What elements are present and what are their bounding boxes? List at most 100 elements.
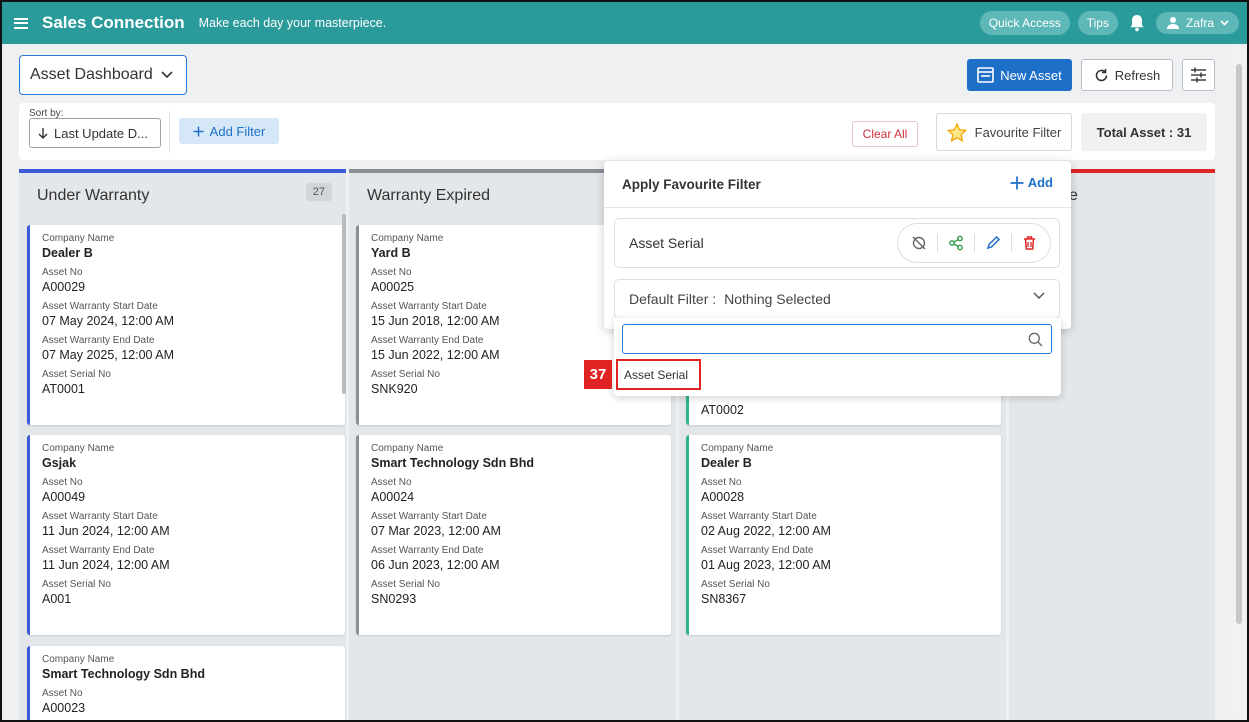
sliders-icon: [1191, 67, 1206, 83]
chevron-down-icon: [1033, 292, 1045, 300]
sort-select[interactable]: Last Update D...: [29, 118, 161, 148]
asset-no-value: A00023: [42, 701, 86, 715]
favourite-filter-name: Asset Serial: [629, 235, 704, 251]
asset-card[interactable]: Company Name Dealer B Asset No A00028 As…: [686, 435, 1001, 635]
company-value: Smart Technology Sdn Bhd: [371, 456, 534, 470]
start-date-label: Asset Warranty Start Date: [42, 511, 158, 522]
asset-card[interactable]: Company Name Smart Technology Sdn Bhd As…: [27, 646, 345, 720]
end-date-label: Asset Warranty End Date: [42, 545, 155, 556]
filter-bar: Sort by: Last Update D... Add Filter Cle…: [19, 103, 1215, 160]
add-filter-label: Add Filter: [209, 123, 266, 139]
favourite-filter-label: Favourite Filter: [974, 124, 1062, 140]
add-favourite-label: Add: [1027, 175, 1053, 190]
form-icon: [977, 67, 995, 83]
menu-icon[interactable]: [14, 17, 28, 29]
user-name: Zafra: [1185, 16, 1214, 30]
tagline: Make each day your masterpiece.: [198, 16, 387, 30]
page-scrollbar[interactable]: [1233, 46, 1245, 718]
serial-value: AT0002: [701, 403, 744, 417]
end-date-value: 07 May 2025, 12:00 AM: [42, 348, 175, 362]
column-count-badge: 27: [305, 183, 332, 201]
company-label: Company Name: [371, 443, 444, 454]
bell-icon[interactable]: [1126, 12, 1148, 34]
asset-card[interactable]: Company Name Dealer B Asset No A00029 As…: [27, 225, 345, 425]
asset-no-label: Asset No: [42, 477, 83, 488]
company-value: Dealer B: [701, 456, 752, 470]
quick-access-button[interactable]: Quick Access: [979, 11, 1070, 35]
refresh-button[interactable]: Refresh: [1081, 59, 1173, 91]
plus-icon: [193, 126, 204, 136]
adjust-settings-button[interactable]: [1182, 59, 1215, 91]
default-filter-select[interactable]: Default Filter : Nothing Selected: [614, 279, 1060, 319]
asset-card[interactable]: Company Name Smart Technology Sdn Bhd As…: [356, 435, 671, 635]
serial-label: Asset Serial No: [42, 369, 111, 380]
popup-title: Apply Favourite Filter: [622, 177, 761, 192]
default-filter-label: Default Filter :: [629, 291, 717, 307]
end-date-label: Asset Warranty End Date: [371, 545, 484, 556]
divider: [604, 207, 1071, 208]
add-favourite-button[interactable]: Add: [1010, 175, 1053, 190]
company-label: Company Name: [42, 443, 115, 454]
arrow-down-icon: [38, 128, 48, 139]
new-asset-button[interactable]: New Asset: [967, 59, 1072, 91]
sort-value: Last Update D...: [54, 125, 148, 141]
edit-icon[interactable]: [985, 235, 1001, 251]
disable-icon[interactable]: [911, 235, 927, 251]
new-asset-label: New Asset: [1000, 67, 1062, 83]
asset-no-label: Asset No: [42, 688, 83, 699]
add-filter-button[interactable]: Add Filter: [179, 118, 279, 144]
serial-value: AT0001: [42, 382, 85, 396]
app-frame: Sales Connection Make each day your mast…: [0, 0, 1249, 722]
clear-all-button[interactable]: Clear All: [852, 121, 918, 147]
start-date-label: Asset Warranty Start Date: [701, 511, 817, 522]
start-date-value: 07 May 2024, 12:00 AM: [42, 314, 175, 328]
start-date-value: 11 Jun 2024, 12:00 AM: [42, 524, 170, 538]
company-value: Smart Technology Sdn Bhd: [42, 667, 205, 681]
serial-label: Asset Serial No: [701, 579, 770, 590]
dropdown-option-asset-serial[interactable]: Asset Serial: [616, 359, 701, 390]
refresh-label: Refresh: [1114, 67, 1161, 83]
scrollbar-thumb[interactable]: [1236, 64, 1242, 624]
serial-label: Asset Serial No: [42, 579, 111, 590]
serial-label: Asset Serial No: [371, 579, 440, 590]
end-date-value: 06 Jun 2023, 12:00 AM: [371, 558, 500, 572]
column-scrollbar[interactable]: [342, 214, 346, 394]
asset-no-value: A00024: [371, 490, 415, 504]
divider: [169, 111, 170, 153]
start-date-label: Asset Warranty Start Date: [42, 301, 158, 312]
dashboard-select[interactable]: Asset Dashboard: [19, 55, 187, 95]
favourite-actions: [897, 223, 1051, 263]
asset-no-value: A00049: [42, 490, 86, 504]
user-menu[interactable]: Zafra: [1155, 12, 1239, 34]
end-date-value: 01 Aug 2023, 12:00 AM: [701, 558, 831, 572]
serial-value: SN8367: [701, 592, 747, 606]
share-icon[interactable]: [948, 235, 964, 251]
column-color-bar: [19, 169, 346, 173]
favourite-filter-item[interactable]: Asset Serial: [614, 218, 1060, 268]
plus-icon: [1010, 176, 1024, 189]
dropdown-search-input[interactable]: [622, 324, 1052, 354]
top-bar: Sales Connection Make each day your mast…: [2, 2, 1247, 44]
column-title: Warranty Expired: [367, 187, 490, 204]
company-label: Company Name: [42, 654, 115, 665]
asset-no-value: A00029: [42, 280, 86, 294]
end-date-label: Asset Warranty End Date: [42, 335, 155, 346]
default-filter-dropdown: Asset Serial: [614, 318, 1061, 396]
top-right-controls: Quick Access Tips Zafra: [979, 2, 1239, 44]
delete-icon[interactable]: [1022, 235, 1037, 251]
column-under-warranty: Under Warranty 27 Company Name Dealer B …: [19, 169, 346, 720]
start-date-label: Asset Warranty Start Date: [371, 511, 487, 522]
refresh-icon: [1095, 68, 1108, 81]
app-name[interactable]: Sales Connection: [42, 13, 185, 33]
tips-button[interactable]: Tips: [1077, 11, 1118, 35]
column-title: Under Warranty: [37, 187, 150, 204]
favourite-filter-button[interactable]: Favourite Filter: [936, 113, 1072, 151]
end-date-label: Asset Warranty End Date: [701, 545, 814, 556]
asset-card[interactable]: Company Name Gsjak Asset No A00049 Asset…: [27, 435, 345, 635]
element-number-badge: 37: [584, 360, 612, 389]
star-icon: [946, 122, 967, 142]
start-date-value: 02 Aug 2022, 12:00 AM: [701, 524, 831, 538]
asset-no-label: Asset No: [42, 267, 83, 278]
asset-no-value: A00028: [701, 490, 745, 504]
start-date-value: 07 Mar 2023, 12:00 AM: [371, 524, 501, 538]
